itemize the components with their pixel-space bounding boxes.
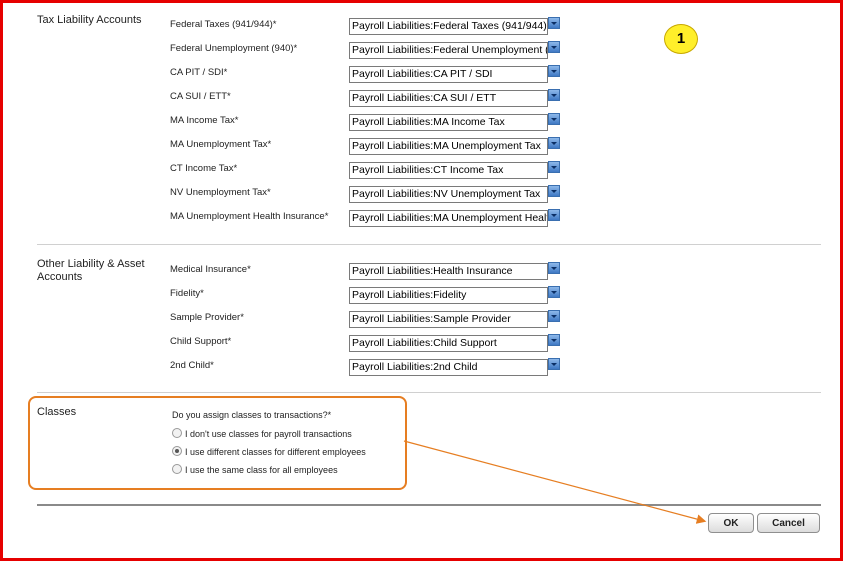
cancel-button[interactable]: Cancel — [757, 513, 820, 533]
annotation-arrow — [403, 440, 707, 524]
ok-button[interactable]: OK — [708, 513, 754, 533]
